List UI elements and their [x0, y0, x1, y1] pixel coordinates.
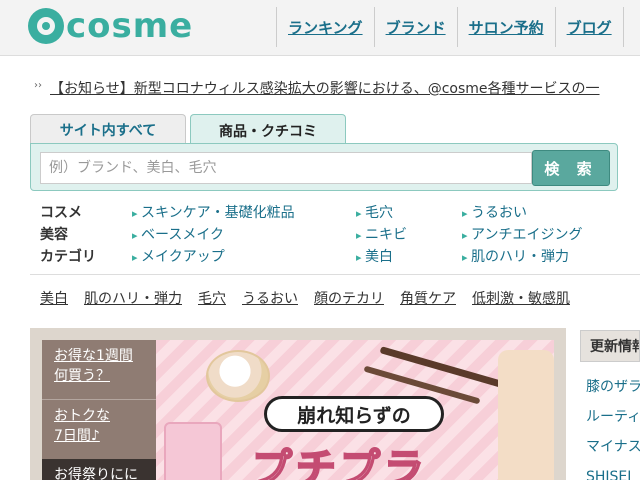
search-input[interactable]	[40, 152, 532, 184]
category-link[interactable]: ベースメイク	[132, 224, 295, 246]
tag-link[interactable]: 低刺激・敏感肌	[472, 288, 570, 308]
promo-side-text: お得な1週間	[54, 348, 133, 364]
category-link[interactable]: 毛穴	[356, 202, 407, 224]
nav-blog[interactable]: ブログ	[556, 7, 624, 47]
category-column-3: うるおい アンチエイジング 肌のハリ・弾力	[462, 202, 582, 268]
nav-salon-booking[interactable]: サロン予約	[458, 7, 556, 47]
tab-site-all[interactable]: サイト内すべて	[30, 114, 186, 144]
promo-side-item[interactable]: お得祭りにに	[42, 459, 156, 480]
tag-link[interactable]: 肌のハリ・弾力	[84, 288, 182, 308]
tag-link[interactable]: 顔のテカリ	[314, 288, 384, 308]
tag-link[interactable]: 角質ケア	[400, 288, 456, 308]
category-label: コスメ 美容 カテゴリ	[40, 202, 96, 268]
promo-side-text: お得祭りにに	[54, 467, 138, 480]
promo-side-menu: お得な1週間 何買う？ おトクな 7日間♪ お得祭りにに	[42, 340, 156, 480]
site-header: cosme ランキング ブランド サロン予約 ブログ	[0, 0, 640, 56]
cosmetic-tube-icon	[498, 350, 554, 480]
promo-banner[interactable]: 崩れ知らずの プチプラ	[156, 340, 554, 480]
update-link[interactable]: 膝のザラ	[586, 372, 640, 402]
news-link[interactable]: 【お知らせ】新型コロナウィルス感染拡大の影響における、@cosme各種サービスの…	[50, 78, 600, 98]
banner-subtitle: プチプラ	[251, 445, 428, 480]
category-label-line: カテゴリ	[40, 249, 96, 265]
cosme-logo[interactable]: cosme	[28, 8, 193, 44]
category-link[interactable]: ニキビ	[356, 224, 407, 246]
category-column-1: スキンケア・基礎化粧品 ベースメイク メイクアップ	[132, 202, 295, 268]
divider	[30, 274, 640, 275]
banner-title: 崩れ知らずの	[264, 396, 444, 432]
nav-ranking[interactable]: ランキング	[277, 7, 375, 47]
category-link[interactable]: 肌のハリ・弾力	[462, 246, 582, 268]
updates-list: 膝のザラ ルーティ マイナス SHISEI	[586, 372, 640, 480]
update-link[interactable]: ルーティ	[586, 402, 640, 432]
search-button[interactable]: 検 索	[532, 150, 610, 186]
tag-link[interactable]: 美白	[40, 288, 68, 308]
nav-brand[interactable]: ブランド	[375, 7, 458, 47]
category-link[interactable]: うるおい	[462, 202, 582, 224]
tag-link[interactable]: 毛穴	[198, 288, 226, 308]
global-nav: ランキング ブランド サロン予約 ブログ	[276, 7, 624, 47]
cosmetic-bottle-icon	[164, 422, 222, 480]
category-link[interactable]: アンチエイジング	[462, 224, 582, 246]
tab-product-review[interactable]: 商品・クチコミ	[190, 114, 346, 146]
news-bar: ›› 【お知らせ】新型コロナウィルス感染拡大の影響における、@cosme各種サー…	[0, 76, 640, 102]
promo-side-text: 7日間♪	[54, 428, 100, 444]
double-chevron-icon: ››	[34, 80, 42, 91]
promo-side-text: おトクな	[54, 408, 110, 424]
concern-tags: 美白 肌のハリ・弾力 毛穴 うるおい 顔のテカリ 角質ケア 低刺激・敏感肌	[40, 288, 586, 308]
powder-compact-icon	[206, 350, 270, 402]
search-panel: 検 索	[30, 143, 618, 191]
logo-text: cosme	[66, 6, 194, 46]
update-link[interactable]: SHISEI	[586, 462, 640, 480]
updates-heading: 更新情報	[580, 330, 640, 362]
category-link[interactable]: メイクアップ	[132, 246, 295, 268]
tag-link[interactable]: うるおい	[242, 288, 298, 308]
update-link[interactable]: マイナス	[586, 432, 640, 462]
promo-side-text: 何買う？	[54, 368, 110, 384]
category-column-2: 毛穴 ニキビ 美白	[356, 202, 407, 268]
category-link[interactable]: 美白	[356, 246, 407, 268]
category-label-line: コスメ	[40, 205, 82, 221]
at-mark-icon	[28, 8, 64, 44]
category-label-line: 美容	[40, 227, 68, 243]
promo-side-item[interactable]: おトクな 7日間♪	[42, 399, 156, 459]
category-link[interactable]: スキンケア・基礎化粧品	[132, 202, 295, 224]
promo-side-item[interactable]: お得な1週間 何買う？	[42, 340, 156, 399]
